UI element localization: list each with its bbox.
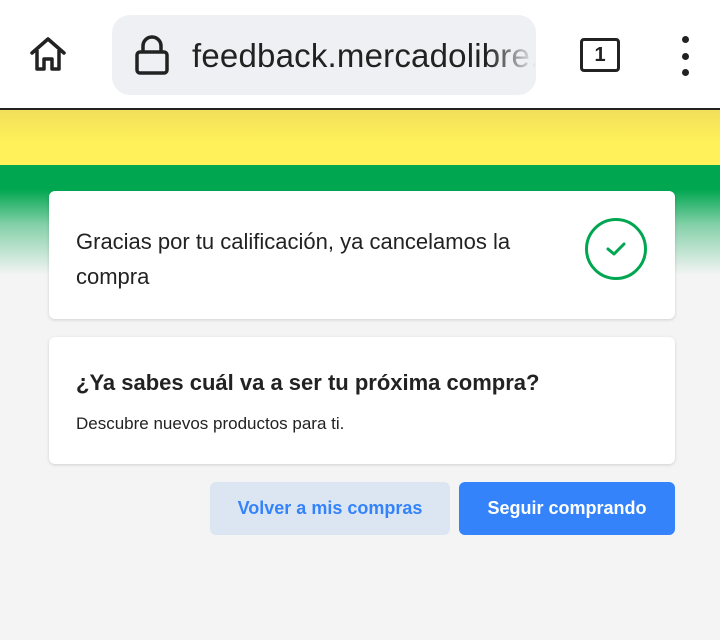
check-circle-icon (585, 218, 647, 280)
header-yellow-band (0, 110, 720, 165)
tabs-button[interactable]: 1 (580, 38, 620, 72)
home-button[interactable] (24, 30, 72, 78)
promo-title: ¿Ya sabes cuál va a ser tu próxima compr… (76, 370, 540, 395)
home-icon (30, 37, 66, 71)
url-bar[interactable]: feedback.mercadolibre.com (112, 15, 536, 95)
url-text: feedback.mercadolibre.com (192, 37, 536, 74)
back-to-purchases-button[interactable]: Volver a mis compras (210, 482, 450, 535)
promo-subtitle: Descubre nuevos productos para ti. (76, 414, 345, 433)
lock-icon (135, 35, 169, 75)
confirmation-card: Gracias por tu calificación, ya cancelam… (49, 191, 675, 319)
confirmation-message: Gracias por tu calificación, ya cancelam… (76, 229, 511, 289)
more-vert-icon[interactable] (672, 36, 698, 76)
promo-card: ¿Ya sabes cuál va a ser tu próxima compr… (49, 337, 675, 464)
browser-toolbar: feedback.mercadolibre.com 1 (0, 0, 720, 110)
continue-shopping-button[interactable]: Seguir comprando (459, 482, 675, 535)
